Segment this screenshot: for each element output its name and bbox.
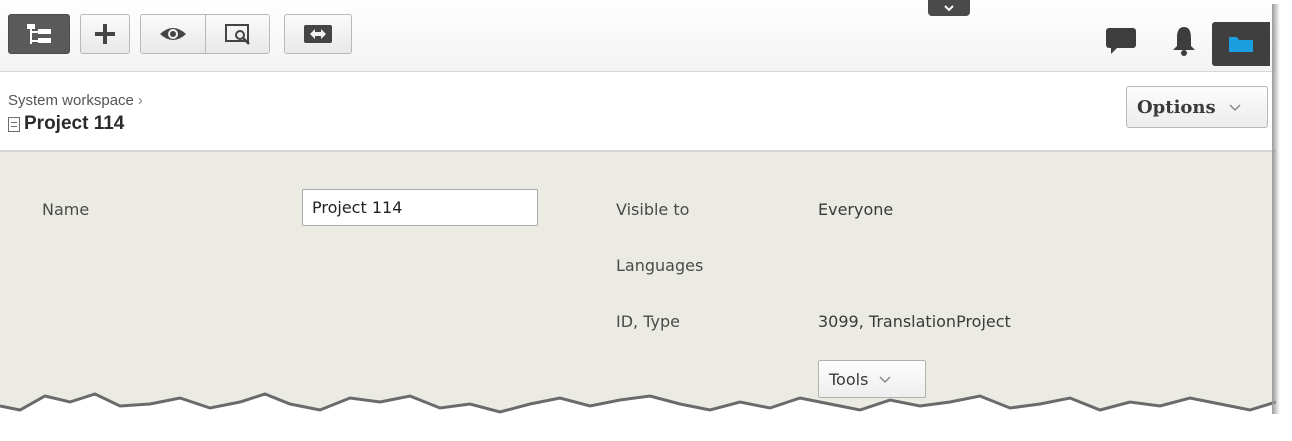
page-header: System workspace › Project 114 Options [0, 72, 1276, 152]
chevron-down-icon [879, 376, 891, 384]
breadcrumb-workspace[interactable]: System workspace [8, 92, 134, 109]
name-label: Name [42, 200, 90, 219]
chevron-down-icon [1229, 104, 1241, 112]
app-window: System workspace › Project 114 Options Na… [0, 0, 1276, 441]
title-row: Project 114 [8, 113, 124, 135]
plus-icon [95, 24, 115, 44]
breadcrumb-separator: › [137, 92, 143, 109]
add-button[interactable] [80, 14, 130, 54]
page-title: Project 114 [24, 113, 125, 134]
preview-button[interactable] [205, 15, 269, 53]
options-label: Options [1137, 96, 1216, 118]
notifications-button[interactable] [1170, 24, 1198, 62]
tree-structure-icon [27, 24, 51, 44]
id-type-label: ID, Type [616, 312, 680, 331]
collapse-tab[interactable] [928, 0, 970, 16]
folder-button[interactable] [1212, 22, 1270, 66]
comment-icon [1106, 28, 1136, 54]
languages-label: Languages [616, 256, 704, 275]
options-button[interactable]: Options [1126, 86, 1268, 128]
breadcrumb[interactable]: System workspace › [8, 92, 143, 109]
compare-icon [304, 25, 332, 43]
id-type-value: 3099, TranslationProject [818, 312, 1011, 331]
tree-structure-button[interactable] [8, 14, 70, 54]
chevron-down-icon [944, 5, 954, 12]
folder-icon [1229, 37, 1253, 52]
visible-to-value[interactable]: Everyone [818, 200, 893, 219]
preview-icon [224, 24, 250, 45]
document-icon [8, 116, 20, 132]
comments-button[interactable] [1104, 26, 1138, 60]
bell-icon [1173, 27, 1195, 56]
compare-button[interactable] [284, 14, 352, 54]
toolbar [0, 0, 1276, 72]
torn-edge [0, 392, 1276, 441]
view-button-group [140, 14, 270, 54]
eye-icon [160, 28, 186, 40]
visible-to-label: Visible to [616, 200, 690, 219]
window-shadow [1272, 4, 1280, 414]
name-input[interactable] [302, 189, 538, 226]
view-button[interactable] [141, 15, 205, 53]
